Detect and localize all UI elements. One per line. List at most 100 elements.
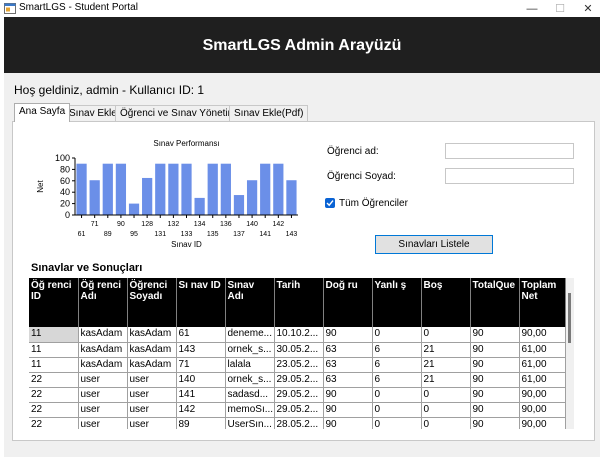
table-cell[interactable]: 89 (176, 417, 226, 429)
table-cell[interactable]: 0 (372, 387, 422, 403)
table-cell[interactable]: user (127, 372, 177, 388)
table-cell[interactable]: 0 (421, 417, 471, 429)
table-cell[interactable]: user (78, 387, 128, 403)
table-cell[interactable]: kasAdam (127, 357, 177, 373)
table-cell[interactable]: 22 (29, 372, 79, 388)
table-cell[interactable]: 21 (421, 342, 471, 358)
table-cell[interactable]: 0 (372, 327, 422, 343)
column-header[interactable]: Öğ renci ID (29, 278, 79, 327)
table-row[interactable]: 22 user user 140 ornek_s... 29.05.2... 63 6 21 90… (29, 372, 566, 388)
maximize-button[interactable]: ☐ (546, 0, 574, 17)
table-cell[interactable]: kasAdam (78, 357, 128, 373)
table-cell[interactable]: 141 (176, 387, 226, 403)
table-cell[interactable]: 6 (372, 342, 422, 358)
tab-sinav-ekle-pdf[interactable]: Sınav Ekle(Pdf) (229, 105, 309, 121)
table-row[interactable]: 22 user user 142 memoSı... 29.05.2... 90 0 0 90 90… (29, 402, 566, 418)
table-cell[interactable]: kasAdam (78, 342, 128, 358)
table-cell[interactable]: lalala (225, 357, 275, 373)
table-cell[interactable]: deneme... (225, 327, 275, 343)
table-cell[interactable]: 90 (323, 387, 373, 403)
table-cell[interactable]: 90,00 (519, 327, 566, 343)
close-button[interactable]: ✕ (574, 0, 602, 17)
table-row[interactable]: 22 user user 89 UserSın... 28.05.2... 90 0 0 90 90… (29, 417, 566, 429)
table-cell[interactable]: 22 (29, 402, 79, 418)
table-row[interactable]: 11 kasAdam kasAdam 71 lalala 23.05.2... 63 6 21 9… (29, 357, 566, 373)
table-cell[interactable]: 71 (176, 357, 226, 373)
column-header[interactable]: Boş (421, 278, 471, 327)
column-header[interactable]: Öğrenci Soyadı (127, 278, 177, 327)
table-cell[interactable]: 61,00 (519, 357, 566, 373)
table-cell[interactable]: 23.05.2... (274, 357, 324, 373)
table-row[interactable]: 22 user user 141 sadasd... 29.05.2... 90 0 0 90 90… (29, 387, 566, 403)
table-cell[interactable]: 29.05.2... (274, 372, 324, 388)
table-cell[interactable]: 140 (176, 372, 226, 388)
table-cell[interactable]: 90,00 (519, 402, 566, 418)
column-header[interactable]: Yanlı ş (372, 278, 422, 327)
table-cell[interactable]: 90 (323, 417, 373, 429)
table-cell[interactable]: 22 (29, 387, 79, 403)
column-header[interactable]: Öğ renci Adı (78, 278, 128, 327)
table-cell[interactable]: 63 (323, 342, 373, 358)
table-cell[interactable]: 90 (470, 402, 520, 418)
tab-ogrenci-sinav-yonetimi[interactable]: Öğrenci ve Sınav Yönetimi (115, 105, 244, 121)
table-cell[interactable]: kasAdam (127, 327, 177, 343)
table-cell[interactable]: 11 (29, 342, 79, 358)
table-cell[interactable]: ornek_s... (225, 372, 275, 388)
table-cell[interactable]: user (127, 402, 177, 418)
table-cell[interactable]: 90 (323, 327, 373, 343)
table-cell[interactable]: 90 (470, 387, 520, 403)
results-grid[interactable]: Öğ renci ID Öğ renci Adı Öğrenci Soyadı Sı … (29, 278, 574, 429)
table-cell[interactable]: user (127, 387, 177, 403)
table-cell[interactable]: 22 (29, 417, 79, 429)
scrollbar-thumb[interactable] (568, 293, 571, 343)
table-cell[interactable]: 142 (176, 402, 226, 418)
table-cell[interactable]: user (78, 372, 128, 388)
table-cell[interactable]: 28.05.2... (274, 417, 324, 429)
table-cell[interactable]: 6 (372, 372, 422, 388)
table-cell[interactable]: user (127, 417, 177, 429)
table-cell[interactable]: 63 (323, 372, 373, 388)
table-cell[interactable]: user (78, 417, 128, 429)
table-cell[interactable]: 61,00 (519, 372, 566, 388)
table-cell[interactable]: 0 (421, 402, 471, 418)
table-cell[interactable]: 90 (470, 417, 520, 429)
column-header[interactable]: TotalQue (470, 278, 520, 327)
table-cell[interactable]: 90 (470, 327, 520, 343)
table-cell[interactable]: 6 (372, 357, 422, 373)
table-cell[interactable]: 61,00 (519, 342, 566, 358)
column-header[interactable]: Tarih (274, 278, 324, 327)
column-header[interactable]: Toplam Net (519, 278, 566, 327)
table-cell[interactable]: 29.05.2... (274, 402, 324, 418)
table-cell[interactable]: 29.05.2... (274, 387, 324, 403)
table-cell[interactable]: 21 (421, 357, 471, 373)
table-cell[interactable]: 63 (323, 357, 373, 373)
table-cell[interactable]: 90,00 (519, 417, 566, 429)
table-cell[interactable]: 0 (372, 402, 422, 418)
column-header[interactable]: Doğ ru (323, 278, 373, 327)
table-cell[interactable]: 30.05.2... (274, 342, 324, 358)
column-header[interactable]: Sı nav ID (176, 278, 226, 327)
column-header[interactable]: Sınav Adı (225, 278, 275, 327)
table-cell[interactable]: 90 (470, 342, 520, 358)
table-cell[interactable]: 143 (176, 342, 226, 358)
table-cell[interactable]: 11 (29, 327, 79, 343)
all-students-checkbox[interactable] (325, 198, 335, 208)
table-cell[interactable]: user (78, 402, 128, 418)
table-cell[interactable]: kasAdam (78, 327, 128, 343)
tab-ana-sayfa[interactable]: Ana Sayfa (14, 103, 71, 122)
table-cell[interactable]: kasAdam (127, 342, 177, 358)
table-cell[interactable]: 0 (421, 387, 471, 403)
minimize-button[interactable]: — (518, 0, 546, 17)
table-cell[interactable]: 11 (29, 357, 79, 373)
tab-sinav-ekle[interactable]: Sınav Ekle (64, 105, 122, 121)
table-cell[interactable]: 90 (323, 402, 373, 418)
first-name-input[interactable] (445, 143, 574, 159)
table-cell[interactable]: 10.10.2... (274, 327, 324, 343)
table-cell[interactable]: 0 (372, 417, 422, 429)
table-cell[interactable]: 61 (176, 327, 226, 343)
table-cell[interactable]: 21 (421, 372, 471, 388)
list-exams-button[interactable]: Sınavları Listele (375, 235, 493, 254)
table-cell[interactable]: sadasd... (225, 387, 275, 403)
table-row[interactable]: 11 kasAdam kasAdam 61 deneme... 10.10.2... 90 0… (29, 327, 566, 343)
table-cell[interactable]: ornek_s... (225, 342, 275, 358)
